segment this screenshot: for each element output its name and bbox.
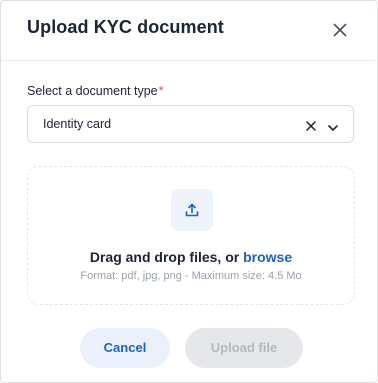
format-hint: Format: pdf, jpg, png - Maximum size: 4.… [80,270,302,282]
upload-file-button[interactable]: Upload file [185,328,303,368]
clear-selection-button[interactable] [305,119,317,131]
document-type-label-text: Select a document type [27,84,158,98]
required-marker: * [158,84,164,98]
dropzone-text: Drag and drop files, or [89,249,240,265]
dropzone-instructions: Drag and drop files, or browse [28,249,354,265]
chevron-down-icon [328,125,338,131]
file-dropzone[interactable]: Drag and drop files, or browse Format: p… [27,166,355,305]
upload-kyc-modal: Upload KYC document Select a document ty… [0,0,378,383]
modal-title: Upload KYC document [27,17,224,37]
close-button[interactable] [331,21,349,39]
modal-header: Upload KYC document [1,1,377,61]
clear-icon [306,121,316,131]
upload-icon [185,203,199,217]
cancel-button[interactable]: Cancel [80,328,170,368]
document-type-label: Select a document type* [27,84,164,98]
document-type-select[interactable]: Identity card [27,105,354,143]
upload-icon-container [171,189,213,231]
close-icon [333,23,347,37]
dropdown-toggle[interactable] [327,120,339,131]
document-type-value: Identity card [43,117,112,131]
browse-link[interactable]: browse [243,249,292,265]
